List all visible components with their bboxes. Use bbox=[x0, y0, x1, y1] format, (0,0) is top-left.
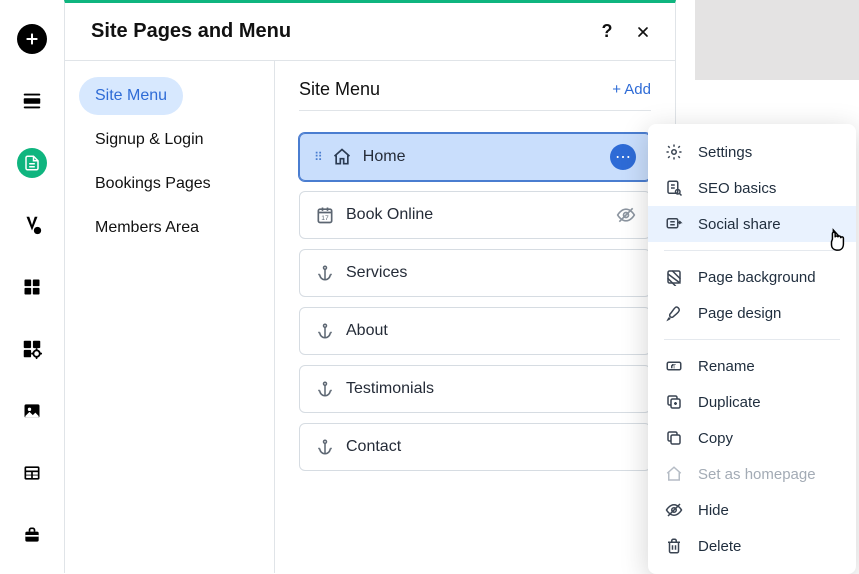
site-pages-panel: Site Pages and Menu ? Site Menu Signup &… bbox=[64, 0, 676, 573]
left-toolbar bbox=[0, 0, 64, 573]
anchor-icon bbox=[314, 262, 336, 284]
pages-icon[interactable] bbox=[17, 148, 47, 178]
ctx-label: Set as homepage bbox=[698, 466, 816, 483]
ctx-label: Duplicate bbox=[698, 394, 761, 411]
copy-icon bbox=[664, 428, 684, 448]
page-label: Contact bbox=[346, 438, 401, 456]
ctx-copy[interactable]: Copy bbox=[648, 420, 856, 456]
page-context-menu: Settings SEO basics Social share Page ba… bbox=[648, 124, 856, 574]
ctx-page-design[interactable]: Page design bbox=[648, 295, 856, 331]
data-icon[interactable] bbox=[17, 458, 47, 488]
page-label: Book Online bbox=[346, 206, 433, 224]
home-outline-icon bbox=[664, 464, 684, 484]
page-row-services[interactable]: Services bbox=[299, 249, 651, 297]
hidden-icon bbox=[616, 205, 636, 225]
ctx-label: SEO basics bbox=[698, 180, 776, 197]
business-icon[interactable] bbox=[17, 520, 47, 550]
canvas-header-strip bbox=[695, 0, 859, 80]
ctx-label: Copy bbox=[698, 430, 733, 447]
svg-text:T: T bbox=[672, 363, 676, 370]
help-icon[interactable]: ? bbox=[595, 20, 619, 44]
page-label: About bbox=[346, 322, 388, 340]
ctx-social-share[interactable]: Social share bbox=[648, 206, 856, 242]
main-heading: Site Menu bbox=[299, 79, 380, 100]
drag-handle-icon[interactable]: ⠿ bbox=[314, 150, 321, 164]
sidebar-item-members-area[interactable]: Members Area bbox=[79, 209, 260, 247]
page-row-testimonials[interactable]: Testimonials bbox=[299, 365, 651, 413]
page-label: Testimonials bbox=[346, 380, 434, 398]
ctx-page-background[interactable]: Page background bbox=[648, 259, 856, 295]
home-icon bbox=[331, 146, 353, 168]
close-icon[interactable] bbox=[631, 20, 655, 44]
ctx-label: Delete bbox=[698, 538, 741, 555]
add-page-button[interactable]: + Add bbox=[612, 81, 651, 98]
anchor-icon bbox=[314, 436, 336, 458]
gear-icon bbox=[664, 142, 684, 162]
page-row-home[interactable]: ⠿ Home ⋯ bbox=[299, 133, 651, 181]
ctx-label: Settings bbox=[698, 144, 752, 161]
duplicate-icon bbox=[664, 392, 684, 412]
ctx-hide[interactable]: Hide bbox=[648, 492, 856, 528]
ctx-label: Social share bbox=[698, 216, 781, 233]
divider bbox=[664, 250, 840, 251]
panel-main: Site Menu + Add ⠿ Home ⋯ 17 Book Online bbox=[275, 61, 675, 573]
hide-icon bbox=[664, 500, 684, 520]
add-section-button[interactable] bbox=[17, 24, 47, 54]
sections-icon[interactable] bbox=[17, 86, 47, 116]
ctx-label: Page background bbox=[698, 269, 816, 286]
calendar-icon: 17 bbox=[314, 204, 336, 226]
ctx-label: Hide bbox=[698, 502, 729, 519]
page-label: Home bbox=[363, 148, 406, 166]
settings-grid-icon[interactable] bbox=[17, 334, 47, 364]
divider bbox=[664, 339, 840, 340]
page-row-book-online[interactable]: 17 Book Online bbox=[299, 191, 651, 239]
sidebar-item-site-menu[interactable]: Site Menu bbox=[79, 77, 183, 115]
sidebar-item-signup-login[interactable]: Signup & Login bbox=[79, 121, 260, 159]
anchor-icon bbox=[314, 378, 336, 400]
rename-icon: T bbox=[664, 356, 684, 376]
design-icon[interactable] bbox=[17, 210, 47, 240]
brush-icon bbox=[664, 303, 684, 323]
panel-sidebar: Site Menu Signup & Login Bookings Pages … bbox=[65, 61, 275, 573]
ctx-seo-basics[interactable]: SEO basics bbox=[648, 170, 856, 206]
page-label: Services bbox=[346, 264, 407, 282]
search-doc-icon bbox=[664, 178, 684, 198]
panel-header: Site Pages and Menu ? bbox=[65, 3, 675, 61]
ctx-label: Rename bbox=[698, 358, 755, 375]
panel-title: Site Pages and Menu bbox=[91, 20, 291, 43]
ctx-settings[interactable]: Settings bbox=[648, 134, 856, 170]
svg-text:17: 17 bbox=[321, 215, 329, 222]
apps-icon[interactable] bbox=[17, 272, 47, 302]
more-actions-button[interactable]: ⋯ bbox=[610, 144, 636, 170]
ctx-duplicate[interactable]: Duplicate bbox=[648, 384, 856, 420]
background-icon bbox=[664, 267, 684, 287]
ctx-delete[interactable]: Delete bbox=[648, 528, 856, 564]
delete-icon bbox=[664, 536, 684, 556]
ctx-set-homepage: Set as homepage bbox=[648, 456, 856, 492]
media-icon[interactable] bbox=[17, 396, 47, 426]
page-row-contact[interactable]: Contact bbox=[299, 423, 651, 471]
anchor-icon bbox=[314, 320, 336, 342]
ctx-rename[interactable]: T Rename bbox=[648, 348, 856, 384]
page-row-about[interactable]: About bbox=[299, 307, 651, 355]
social-icon bbox=[664, 214, 684, 234]
sidebar-item-bookings-pages[interactable]: Bookings Pages bbox=[79, 165, 260, 203]
ctx-label: Page design bbox=[698, 305, 781, 322]
